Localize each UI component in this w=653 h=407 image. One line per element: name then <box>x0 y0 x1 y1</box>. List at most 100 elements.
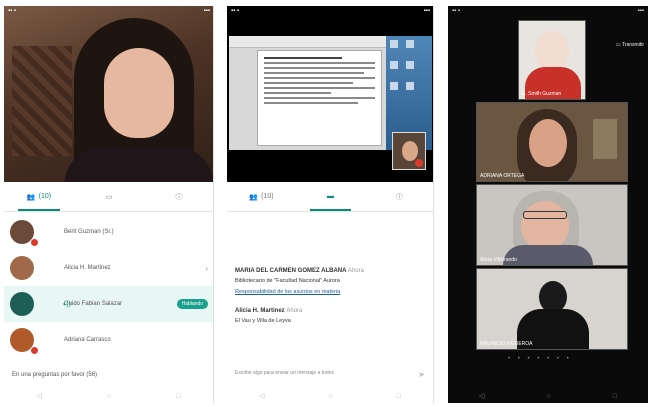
list-item[interactable]: Alicia H. Martinez › <box>4 250 213 286</box>
people-icon: 👥 <box>249 193 259 201</box>
participant-name: Guido Fabian Salazar <box>64 301 123 307</box>
participant-face <box>535 31 569 71</box>
chat-message: Alicia H. Martinez Ahora El Vau y Villa … <box>235 308 425 325</box>
home-icon[interactable]: ○ <box>546 393 550 400</box>
back-icon[interactable]: ◁ <box>259 392 264 400</box>
message-body: Bibliotecario de "Facultad Nacional" Aur… <box>235 278 340 284</box>
list-item[interactable]: ◖)) Guido Fabian Salazar Hablando <box>4 286 213 322</box>
desktop-file-icon <box>390 82 398 90</box>
chat-icon: ▬ <box>327 193 334 200</box>
background-shelf <box>593 119 617 159</box>
phone-screen-gallery: ▪▪ ▪ ▪▪▪ ▭ Transmitir E. Smith Guzman ADR… <box>448 6 648 403</box>
tab-chat[interactable]: ▭ <box>74 182 144 211</box>
list-item[interactable]: Adriana Carrasco <box>4 322 213 358</box>
active-speaker-video[interactable]: ▪▪ ▪ ▪▪▪ <box>4 6 213 182</box>
avatar <box>10 220 39 247</box>
avatar <box>10 256 34 280</box>
send-icon[interactable]: ➤ <box>418 370 425 379</box>
tile-label: E. Smith Guzman <box>522 91 562 97</box>
doc-title-line <box>264 57 342 59</box>
video-tile[interactable]: Alicia Villafrando <box>476 184 628 266</box>
status-bar: ▪▪ ▪ ▪▪▪ <box>231 8 430 14</box>
desktop-file-icon <box>390 61 398 69</box>
back-icon[interactable]: ◁ <box>479 392 484 400</box>
message-time: Ahora <box>286 308 303 314</box>
mic-muted-icon <box>415 159 423 167</box>
home-icon[interactable]: ○ <box>107 393 111 400</box>
chat-messages: MARIA DEL CARMEN GOMEZ ALBANA Ahora Bibl… <box>235 268 425 337</box>
phone-screen-participants: ▪▪ ▪ ▪▪▪ 👥 (10) ▭ ⓘ Berit Guzman (Sr.) Al… <box>4 6 214 403</box>
participants-count: (10) <box>38 193 52 200</box>
chat-input[interactable]: Escribe algo para enviar un mensaje a to… <box>235 370 425 379</box>
participant-glasses <box>523 211 567 219</box>
doc-line <box>264 82 353 84</box>
info-icon: ⓘ <box>396 193 403 201</box>
message-body: El Vau y Villa de Leyva <box>235 318 291 324</box>
chat-message: MARIA DEL CARMEN GOMEZ ALBANA Ahora Bibl… <box>235 268 425 296</box>
tab-participants[interactable]: 👥 (10) <box>4 182 74 211</box>
doc-line <box>264 67 375 69</box>
speaking-icon: ◖)) <box>62 300 71 308</box>
tab-info[interactable]: ⓘ <box>144 182 213 211</box>
recents-icon[interactable]: □ <box>397 393 401 400</box>
chat-input-placeholder: Escribe algo para enviar un mensaje a to… <box>235 370 334 376</box>
doc-line <box>264 92 331 94</box>
participant-name: Alicia H. Martinez <box>64 265 111 271</box>
participant-name: Adriana Carrasco <box>64 337 111 343</box>
tab-participants[interactable]: 👥 (10) <box>227 182 296 211</box>
cast-button[interactable]: ▭ Transmitir <box>616 42 644 48</box>
recents-icon[interactable]: □ <box>613 393 617 400</box>
chevron-right-icon: › <box>205 263 208 273</box>
desktop-file-icon <box>390 40 398 48</box>
doc-line <box>264 62 375 64</box>
participant-face <box>521 201 569 251</box>
self-view-thumbnail[interactable] <box>392 132 426 170</box>
doc-line <box>264 72 364 74</box>
avatar <box>10 328 39 355</box>
meeting-tabs: 👥 (10) ▭ ⓘ <box>4 182 213 212</box>
video-tile[interactable]: ADRIANA ORTEGA <box>476 102 628 182</box>
shared-screen-area: ▪▪ ▪ ▪▪▪ <box>227 6 433 182</box>
tile-label: MAURICIO FIGUEROA <box>480 341 533 347</box>
recents-icon[interactable]: □ <box>176 393 180 400</box>
meeting-tabs: 👥 (10) ▬ ⓘ <box>227 182 433 212</box>
list-item[interactable]: Berit Guzman (Sr.) <box>4 214 213 250</box>
tab-info[interactable]: ⓘ <box>365 182 433 211</box>
doc-line <box>264 77 375 79</box>
cast-icon: ▭ <box>615 42 621 48</box>
desktop-file-icon <box>406 61 414 69</box>
cast-label: Transmitir <box>621 42 644 48</box>
status-bar: ▪▪ ▪ ▪▪▪ <box>452 8 644 14</box>
message-link[interactable]: Responsabilidad de los asuntos en materi… <box>235 288 425 296</box>
tab-chat[interactable]: ▬ <box>296 182 365 211</box>
raise-hand-notice: En una preguntas por favor (56) <box>12 372 98 378</box>
mic-muted-icon <box>30 346 39 355</box>
info-icon: ⓘ <box>175 193 183 201</box>
speaker-face <box>104 48 174 138</box>
message-author: Alicia H. Martinez <box>235 308 285 314</box>
self-face <box>402 141 418 161</box>
participant-face <box>529 119 567 167</box>
android-nav-bar: ◁ ○ □ <box>448 389 648 403</box>
speaking-badge: Hablando <box>176 299 208 309</box>
document-page <box>257 50 382 146</box>
chat-icon: ▭ <box>105 193 113 201</box>
back-icon[interactable]: ◁ <box>37 392 42 400</box>
message-author: MARIA DEL CARMEN GOMEZ ALBANA <box>235 268 347 274</box>
participant-name: Berit Guzman (Sr.) <box>64 229 114 235</box>
participants-list: Berit Guzman (Sr.) Alicia H. Martinez › … <box>4 214 213 358</box>
desktop-file-icon <box>406 40 414 48</box>
page-indicator: • • • • • • • <box>508 356 572 362</box>
speaker-body <box>64 146 213 182</box>
background-carving <box>12 46 72 156</box>
android-nav-bar: ◁ ○ □ <box>227 389 433 403</box>
doc-line <box>264 97 375 99</box>
doc-line <box>264 102 359 104</box>
video-tile[interactable]: E. Smith Guzman <box>518 20 586 100</box>
home-icon[interactable]: ○ <box>328 393 332 400</box>
people-icon: 👥 <box>26 193 36 201</box>
participants-count: (10) <box>261 193 274 200</box>
status-bar: ▪▪ ▪ ▪▪▪ <box>8 8 210 14</box>
doc-line <box>264 87 375 89</box>
video-tile[interactable]: MAURICIO FIGUEROA <box>476 268 628 350</box>
